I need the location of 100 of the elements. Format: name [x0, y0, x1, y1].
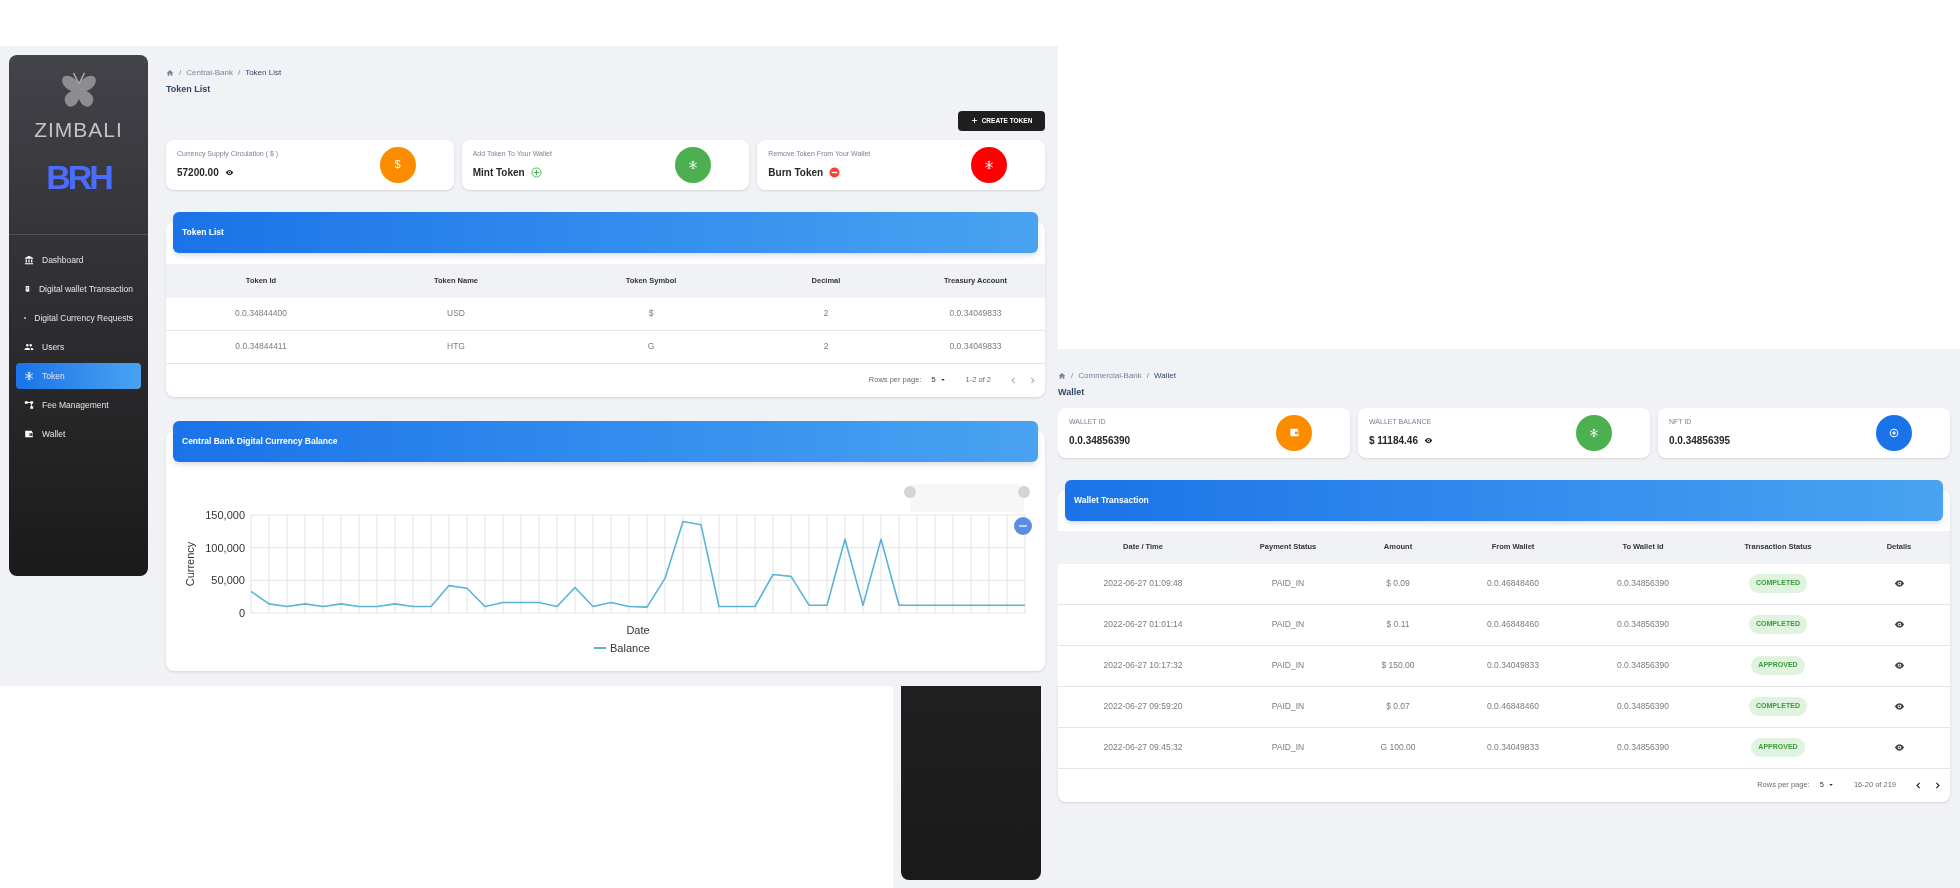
table-cell-text: $: [647, 307, 655, 320]
home-icon: [166, 69, 174, 77]
stat-value: 0.0.34856395: [1669, 433, 1731, 448]
wallet-icon: [1288, 427, 1300, 438]
table-cell-text: 2022-06-27 01:01:14: [1102, 618, 1184, 631]
table-cell-text: 0.0.34856390: [1616, 741, 1670, 754]
table-cell-text: 2022-06-27 09:45:32: [1102, 741, 1184, 754]
card-title: Wallet Transaction: [1074, 493, 1149, 507]
snowflake-icon: [984, 159, 994, 170]
legend-label: Balance: [610, 641, 650, 654]
breadcrumb-separator: /: [1071, 370, 1074, 382]
stat-value: 0.0.34856390: [1069, 433, 1131, 448]
sidebar-item[interactable]: Digital wallet Transaction: [16, 276, 141, 302]
brand-logo-text: ZIMBALI: [34, 119, 123, 140]
table-cell-text: USD: [446, 307, 466, 320]
y-tick-label: 150,000: [205, 508, 245, 521]
hierarchy-icon: [24, 400, 34, 410]
table-cell-text: 2022-06-27 09:59:20: [1102, 700, 1184, 713]
axis-title: Currency: [184, 541, 196, 586]
page-title: Wallet: [1058, 386, 1086, 399]
receipt-icon: [24, 284, 31, 294]
breadcrumb-current: Token List: [245, 67, 282, 79]
caret-icon: [1827, 782, 1834, 788]
table-cell-text: PAID_IN: [1270, 741, 1306, 754]
minus-circle-icon: [829, 166, 841, 178]
next-page-button[interactable]: [1933, 780, 1942, 790]
users-icon: [24, 342, 34, 352]
table-cell-text: $ 0.09: [1385, 577, 1411, 590]
zoom-out-button[interactable]: [1014, 516, 1032, 535]
table-cell-text: 0.0.46848460: [1486, 618, 1540, 631]
view-details-button[interactable]: [1893, 660, 1905, 671]
legend-swatch: [593, 646, 607, 649]
table-cell-text: 2: [822, 340, 830, 353]
stat-value: $ 11184.46: [1369, 433, 1418, 448]
sidebar-item[interactable]: Digital Currency Requests: [16, 305, 141, 331]
table-cell-text: 0.0.34856390: [1616, 577, 1670, 590]
stat-value: 57200.00: [177, 165, 219, 180]
eye-icon: [1423, 435, 1433, 445]
range-slider-handle[interactable]: [1018, 485, 1030, 498]
table-cell-text: $ 150.00: [1380, 659, 1416, 672]
card-title: Token List: [182, 225, 224, 239]
previous-page-button[interactable]: [1914, 780, 1923, 790]
table-cell-text: 0.0.34049833: [1486, 741, 1540, 754]
bank-icon: [24, 255, 34, 265]
stat-value: Burn Token: [768, 165, 824, 180]
table-cell-text: G: [646, 340, 656, 353]
table-cell-text: 0.0.34844400: [234, 307, 288, 320]
breadcrumb-current: Wallet: [1154, 370, 1176, 382]
y-tick-label: 50,000: [211, 573, 245, 586]
plus-icon: [970, 117, 978, 124]
view-details-button[interactable]: [1893, 742, 1905, 753]
table-cell-text: 0.0.34049833: [948, 340, 1003, 353]
currency-symbol: $: [394, 157, 401, 173]
wallet-icon: [24, 429, 34, 439]
y-tick-label: 100,000: [205, 541, 245, 554]
plus-circle-icon: [1889, 427, 1899, 438]
table-cell-text: 0.0.34844411: [234, 340, 288, 353]
table-cell-text: 0.0.46848460: [1486, 577, 1540, 590]
table-cell-text: 0.0.34856390: [1616, 700, 1670, 713]
bank-logo-text: BRH: [46, 160, 111, 194]
breadcrumb-separator: /: [237, 67, 241, 79]
home-icon: [1058, 372, 1066, 380]
y-tick-label: 0: [238, 606, 245, 619]
page-title: Token List: [166, 83, 212, 96]
snowflake-icon: [1589, 427, 1599, 438]
plus-circle-icon: [530, 166, 542, 178]
table-cell-text: PAID_IN: [1270, 618, 1306, 631]
sidebar-item[interactable]: Fee Management: [16, 392, 141, 418]
view-details-button[interactable]: [1893, 701, 1905, 712]
table-cell-text: PAID_IN: [1270, 577, 1306, 590]
breadcrumb-link[interactable]: Commercial-Bank: [1078, 370, 1142, 382]
table-cell-text: PAID_IN: [1270, 659, 1306, 672]
sidebar-item[interactable]: Dashboard: [16, 247, 141, 273]
table-cell-text: 0.0.34856390: [1616, 618, 1670, 631]
view-details-button[interactable]: [1893, 578, 1905, 589]
view-details-button[interactable]: [1893, 619, 1905, 630]
table-cell-text: 0.0.34049833: [1486, 659, 1540, 672]
table-cell-text: 0.0.34049833: [948, 307, 1003, 320]
table-cell-text: $ 0.07: [1385, 700, 1411, 713]
stat-value: Mint Token: [472, 165, 525, 180]
card-title: Central Bank Digital Currency Balance: [182, 434, 338, 448]
sidebar-item[interactable]: Wallet: [16, 421, 141, 447]
table-cell-text: $ 0.11: [1385, 618, 1411, 631]
range-slider-handle[interactable]: [904, 485, 916, 498]
breadcrumb-link[interactable]: Central-Bank: [186, 67, 233, 79]
table-cell-text: PAID_IN: [1270, 700, 1306, 713]
breadcrumb-separator: /: [1146, 370, 1150, 382]
table-cell-text: HTG: [446, 340, 466, 353]
table-cell-text: 2022-06-27 10:17:32: [1102, 659, 1184, 672]
table-cell-text: 0.0.46848460: [1486, 700, 1540, 713]
table-cell-text: 0.0.34856390: [1616, 659, 1670, 672]
table-cell-text: 2: [822, 307, 830, 320]
sidebar-item[interactable]: Users: [16, 334, 141, 360]
snowflake-icon: [688, 159, 699, 170]
range-slider-track[interactable]: [910, 483, 1024, 512]
eye-icon: [224, 167, 234, 177]
table-cell-text: 2022-06-27 01:09:48: [1102, 577, 1184, 590]
caret-icon: [939, 377, 946, 383]
table-cell-text: G 100.00: [1379, 741, 1417, 754]
axis-title: Date: [626, 623, 650, 636]
